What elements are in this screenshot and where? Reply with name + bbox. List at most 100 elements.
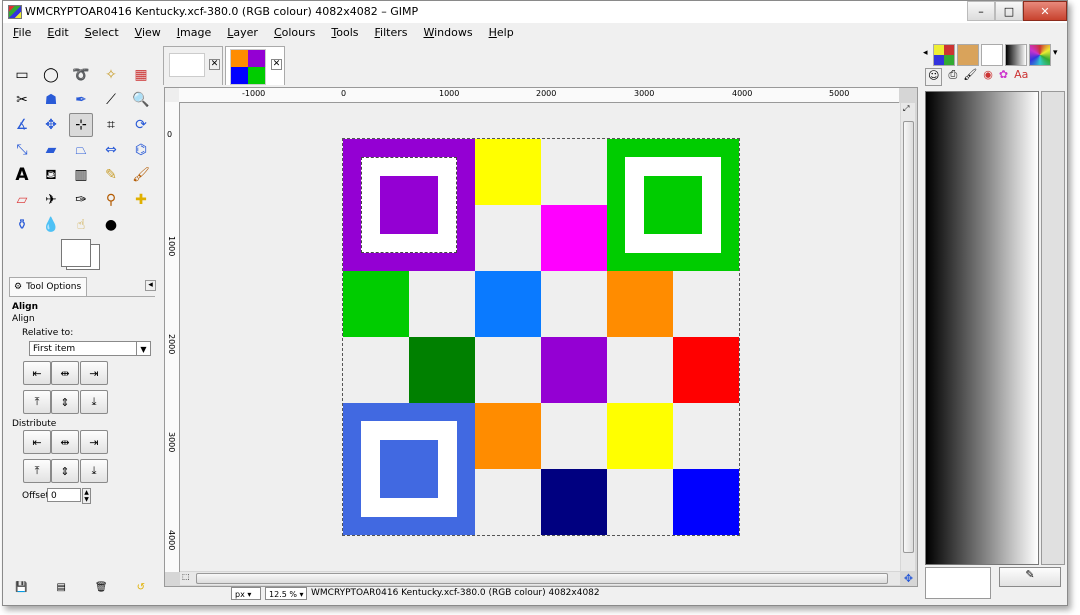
horizontal-ruler[interactable]: -1000 0 1000 2000 3000 4000 5000 — [179, 88, 899, 103]
perspective-icon[interactable]: ⏢ — [69, 138, 93, 162]
menu-colours[interactable]: Colours — [264, 26, 321, 39]
ruler-corner[interactable] — [165, 88, 180, 103]
relative-to-select[interactable]: First item ▼ — [29, 341, 151, 356]
align-right-edge-button[interactable]: ⇥ — [80, 361, 108, 385]
text-icon[interactable]: A — [10, 163, 34, 187]
zoom-icon[interactable]: 🔍 — [129, 88, 153, 112]
scissors-icon[interactable]: ✂ — [10, 88, 34, 112]
shear-icon[interactable]: ▰ — [39, 138, 63, 162]
patterns-tab[interactable] — [933, 44, 955, 66]
image-tab-2[interactable]: ✕ — [225, 46, 285, 85]
close-icon[interactable]: ✕ — [271, 59, 282, 70]
distribute-right-button[interactable]: ⇥ — [80, 430, 108, 454]
scale-icon[interactable]: ⤡ — [10, 138, 34, 162]
align-middle-vertical-button[interactable]: ⇕ — [51, 390, 79, 414]
lasso-icon[interactable]: ➰ — [69, 63, 93, 87]
brush-icon[interactable]: 🖌 — [963, 68, 977, 86]
close-button[interactable]: ✕ — [1023, 1, 1067, 21]
image-tab-1[interactable]: ✕ — [163, 46, 223, 85]
palette-icon[interactable]: ✿ — [999, 68, 1008, 86]
fuzzy-select-icon[interactable]: ✧ — [99, 63, 123, 87]
gradient-preview[interactable] — [925, 91, 1039, 565]
menu-view[interactable]: View — [125, 26, 167, 39]
gimp-icon[interactable]: ☺ — [925, 68, 943, 86]
paths-icon[interactable]: ✒ — [69, 88, 93, 112]
maximize-button[interactable]: □ — [995, 1, 1023, 21]
horizontal-scrollbar[interactable]: ⬚ — [180, 572, 900, 585]
menu-file[interactable]: File — [3, 26, 37, 39]
rect-select-icon[interactable]: ▭ — [10, 63, 34, 87]
reset-options-icon[interactable]: ↺ — [137, 582, 145, 598]
color-picker-icon[interactable]: ⟋ — [99, 88, 123, 112]
foreground-select-icon[interactable]: ☗ — [39, 88, 63, 112]
align-bottom-edge-button[interactable]: ⤓ — [80, 390, 108, 414]
zoom-select[interactable]: 12.5 % ▾ — [265, 587, 307, 600]
paintbrush-icon[interactable]: 🖌 — [129, 163, 153, 187]
measure-icon[interactable]: ∡ — [10, 113, 34, 137]
align-center-horizontal-button[interactable]: ⇹ — [51, 361, 79, 385]
align-left-edge-button[interactable]: ⇤ — [23, 361, 51, 385]
distribute-left-button[interactable]: ⇤ — [23, 430, 51, 454]
heal-icon[interactable]: ✚ — [129, 188, 153, 212]
move-icon[interactable]: ✥ — [39, 113, 63, 137]
offset-stepper[interactable]: ▲ ▼ — [82, 488, 91, 504]
vertical-scroll-thumb[interactable] — [903, 121, 914, 553]
airbrush-icon[interactable]: ✈ — [39, 188, 63, 212]
image-canvas[interactable] — [342, 138, 740, 536]
selection-tab[interactable] — [981, 44, 1003, 66]
fg-bg-color-selector[interactable] — [61, 239, 109, 273]
quick-mask-icon[interactable]: ⬚ — [182, 572, 190, 581]
menu-help[interactable]: Help — [479, 26, 520, 39]
delete-options-icon[interactable]: 🗑 — [95, 582, 108, 598]
brushes-tab[interactable] — [957, 44, 979, 66]
palettes-tab[interactable] — [1029, 44, 1051, 66]
ellipse-select-icon[interactable]: ◯ — [39, 63, 63, 87]
menu-image[interactable]: Image — [167, 26, 217, 39]
offset-input[interactable]: 0 — [47, 488, 81, 502]
menu-filters[interactable]: Filters — [365, 26, 414, 39]
distribute-center-horizontal-button[interactable]: ⇹ — [51, 430, 79, 454]
ink-icon[interactable]: ✑ — [69, 188, 93, 212]
vertical-scrollbar[interactable]: ⤢ — [901, 103, 915, 571]
distribute-bottom-button[interactable]: ⤓ — [80, 459, 108, 483]
eraser-icon[interactable]: ▱ — [10, 188, 34, 212]
printer-icon[interactable]: ⎙ — [948, 68, 957, 86]
menu-tools[interactable]: Tools — [321, 26, 364, 39]
blur-icon[interactable]: 💧 — [39, 213, 63, 237]
cage-icon[interactable]: ⌬ — [129, 138, 153, 162]
color-select-icon[interactable]: ▦ — [129, 63, 153, 87]
save-options-icon[interactable]: 💾 — [15, 582, 27, 598]
blend-icon[interactable]: ▥ — [69, 163, 93, 187]
dock-configure-icon[interactable]: ▾ — [1053, 48, 1058, 58]
navigate-icon[interactable]: ✥ — [902, 572, 915, 585]
foreground-color-swatch[interactable] — [61, 239, 91, 267]
flip-icon[interactable]: ⇔ — [99, 138, 123, 162]
dock-menu-icon[interactable]: ◂ — [923, 48, 928, 58]
edit-button[interactable]: ✎ — [999, 567, 1061, 587]
crop-icon[interactable]: ⌗ — [99, 113, 123, 137]
color-wheel-icon[interactable]: ◉ — [983, 68, 993, 86]
panel-menu-icon[interactable]: ◂ — [145, 280, 156, 291]
dodge-burn-icon[interactable]: ● — [99, 213, 123, 237]
align-icon[interactable]: ⊹ — [69, 113, 93, 137]
clone-icon[interactable]: ⚲ — [99, 188, 123, 212]
restore-options-icon[interactable]: ▤ — [56, 582, 65, 598]
menu-edit[interactable]: Edit — [37, 26, 74, 39]
menu-windows[interactable]: Windows — [413, 26, 478, 39]
bucket-fill-icon[interactable]: ⛾ — [39, 163, 63, 187]
horizontal-scroll-thumb[interactable] — [196, 573, 888, 584]
zoom-fit-icon[interactable]: ⤢ — [903, 104, 909, 114]
align-top-edge-button[interactable]: ⤒ — [23, 390, 51, 414]
distribute-middle-button[interactable]: ⇕ — [51, 459, 79, 483]
distribute-top-button[interactable]: ⤒ — [23, 459, 51, 483]
unit-select[interactable]: px ▾ — [231, 587, 261, 600]
vertical-ruler[interactable]: 0 1000 2000 3000 4000 — [165, 102, 180, 572]
font-icon[interactable]: Aa — [1014, 68, 1028, 86]
perspective-clone-icon[interactable]: ⚱ — [10, 213, 34, 237]
dock-scrollbar[interactable] — [1041, 91, 1065, 565]
rotate-icon[interactable]: ⟳ — [129, 113, 153, 137]
menu-select[interactable]: Select — [75, 26, 125, 39]
pencil-icon[interactable]: ✎ — [99, 163, 123, 187]
close-icon[interactable]: ✕ — [209, 59, 220, 70]
minimize-button[interactable]: – — [967, 1, 995, 21]
